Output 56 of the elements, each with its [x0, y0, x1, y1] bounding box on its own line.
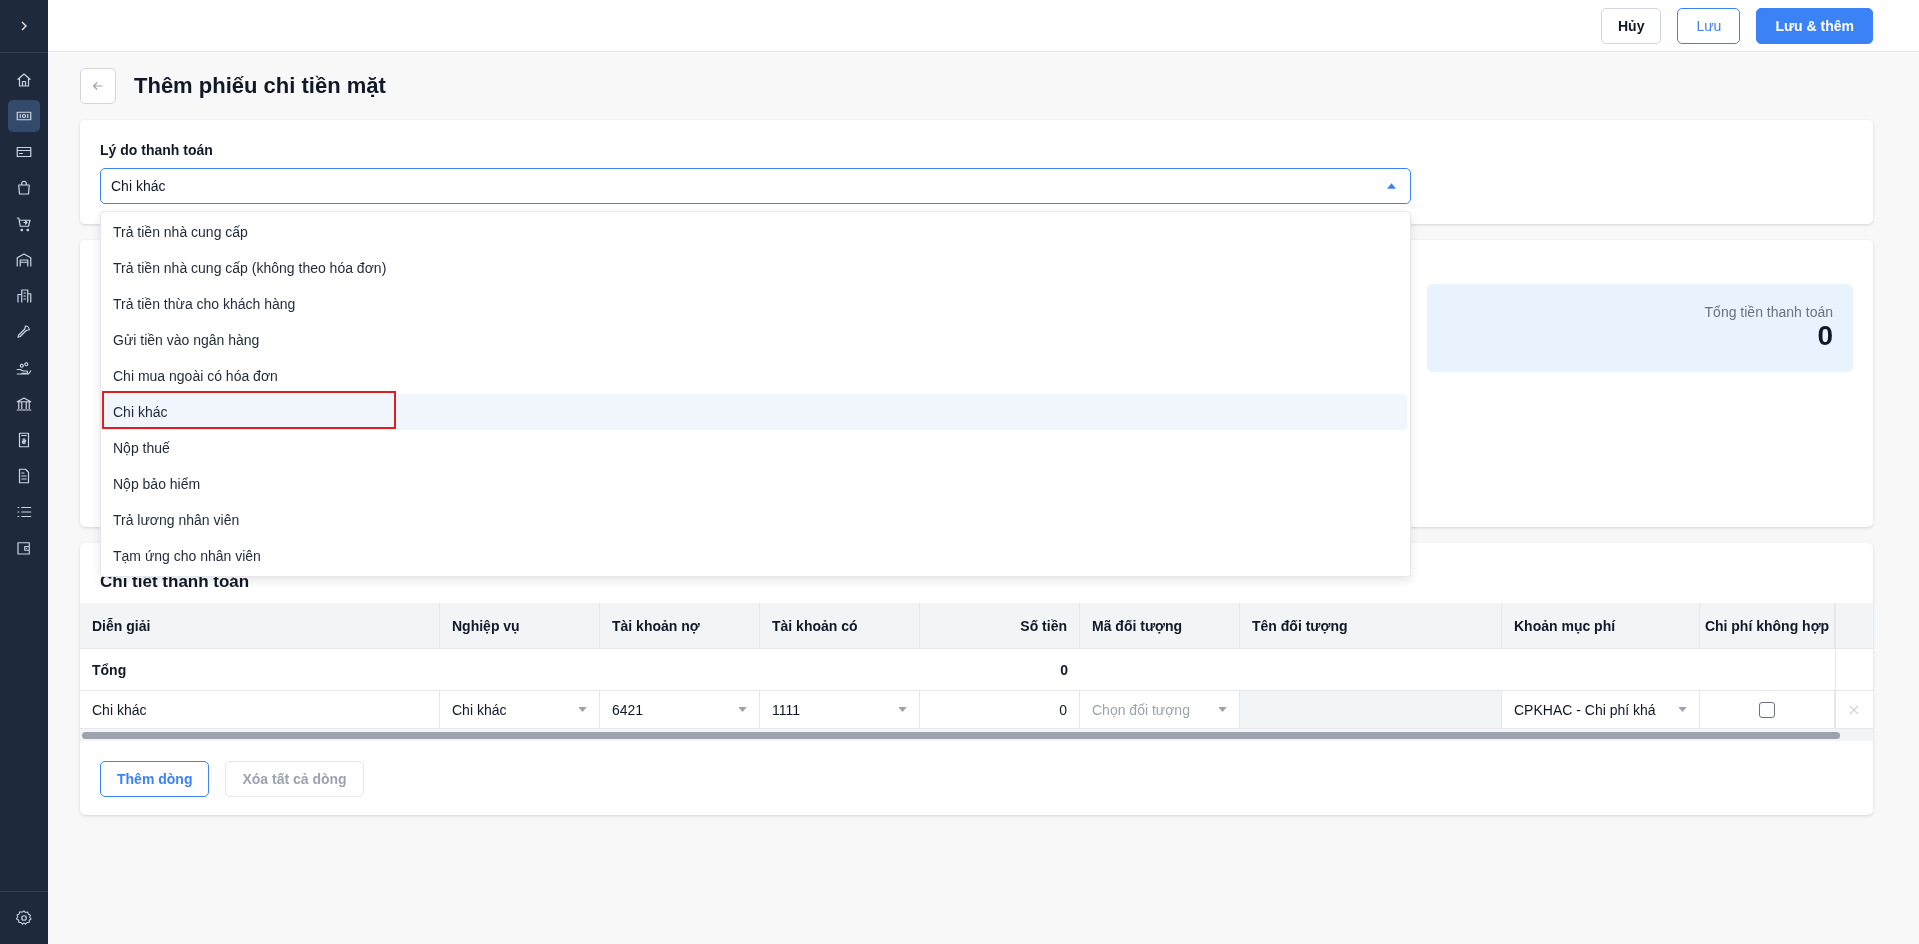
- wallet-icon: [15, 539, 33, 557]
- column-header: Tài khoản có: [760, 603, 920, 648]
- save-button[interactable]: Lưu: [1677, 7, 1741, 44]
- arrow-left-icon: [91, 79, 105, 93]
- cell-select[interactable]: 6421: [612, 701, 747, 718]
- total-amount: 0: [1059, 660, 1069, 680]
- total-value: 0: [1817, 320, 1833, 352]
- caret-icon: [898, 707, 907, 712]
- column-header: Khoản mục phí: [1502, 603, 1700, 648]
- column-header: Mã đối tượng: [1080, 603, 1240, 648]
- caret-icon: [1218, 707, 1227, 712]
- home-icon: [15, 71, 33, 89]
- sidebar-item[interactable]: [8, 100, 40, 132]
- dropdown-option[interactable]: Trả lương nhân viên: [104, 502, 1407, 538]
- dropdown-option[interactable]: Trả tiền nhà cung cấp: [104, 214, 1407, 250]
- column-header: Tên đối tượng: [1240, 603, 1502, 648]
- dropdown-option[interactable]: Trả tiền nhà cung cấp (không theo hóa đơn): [104, 250, 1407, 286]
- dropdown-option[interactable]: Trả tiền thừa cho khách hàng: [104, 286, 1407, 322]
- wrench-icon: [15, 323, 33, 341]
- add-row-button[interactable]: Thêm dòng: [100, 761, 210, 797]
- save-and-add-button[interactable]: Lưu & thêm: [1756, 7, 1873, 44]
- field-label: Lý do thanh toán: [100, 142, 214, 158]
- table-cell: Chi khác: [92, 701, 147, 718]
- total-label: Tổng: [91, 660, 128, 680]
- cart-icon: [15, 215, 33, 233]
- column-header: Số tiền: [920, 603, 1080, 648]
- cell-select[interactable]: CPKHAC - Chi phí khá: [1514, 701, 1687, 718]
- dropdown-option[interactable]: Gửi tiền vào ngân hàng: [104, 322, 1407, 358]
- column-header: Tài khoản nợ: [600, 603, 760, 648]
- dropdown-option[interactable]: Chi mua ngoài có hóa đơn: [104, 358, 1407, 394]
- scrollbar[interactable]: [82, 731, 1840, 739]
- settings-icon[interactable]: [15, 909, 33, 927]
- shopping-bag-icon: [15, 179, 33, 197]
- caret-icon: [1387, 183, 1396, 189]
- dropdown-option[interactable]: Nộp thuế: [104, 430, 1407, 466]
- bank-icon: [15, 395, 33, 413]
- dropdown-option[interactable]: Chi khác: [104, 394, 1407, 430]
- caret-icon: [578, 707, 587, 712]
- column-header: Chi phí không hợp: [1700, 603, 1835, 648]
- hand-people-icon: [15, 359, 33, 377]
- column-header: Diễn giải: [80, 603, 440, 648]
- warehouse-icon: [15, 251, 33, 269]
- cell-select[interactable]: Chi khác: [452, 701, 587, 718]
- checkbox[interactable]: [1759, 701, 1775, 718]
- caret-icon: [1678, 707, 1687, 712]
- cancel-button[interactable]: Hủy: [1601, 7, 1662, 44]
- dropdown-option[interactable]: Nộp bảo hiểm: [104, 466, 1407, 502]
- caret-icon: [738, 707, 747, 712]
- reason-select[interactable]: Chi khác: [100, 168, 1411, 204]
- page-title: Thêm phiếu chi tiền mặt: [134, 73, 386, 99]
- dropdown-option[interactable]: Tạm ứng cho nhân viên: [104, 538, 1407, 574]
- column-header: Nghiệp vụ: [440, 603, 600, 648]
- cell-select[interactable]: 1111: [772, 701, 907, 718]
- amount-input[interactable]: 0: [1059, 701, 1067, 718]
- total-label: Tổng tiền thanh toán: [1704, 304, 1833, 320]
- buildings-icon: [15, 287, 33, 305]
